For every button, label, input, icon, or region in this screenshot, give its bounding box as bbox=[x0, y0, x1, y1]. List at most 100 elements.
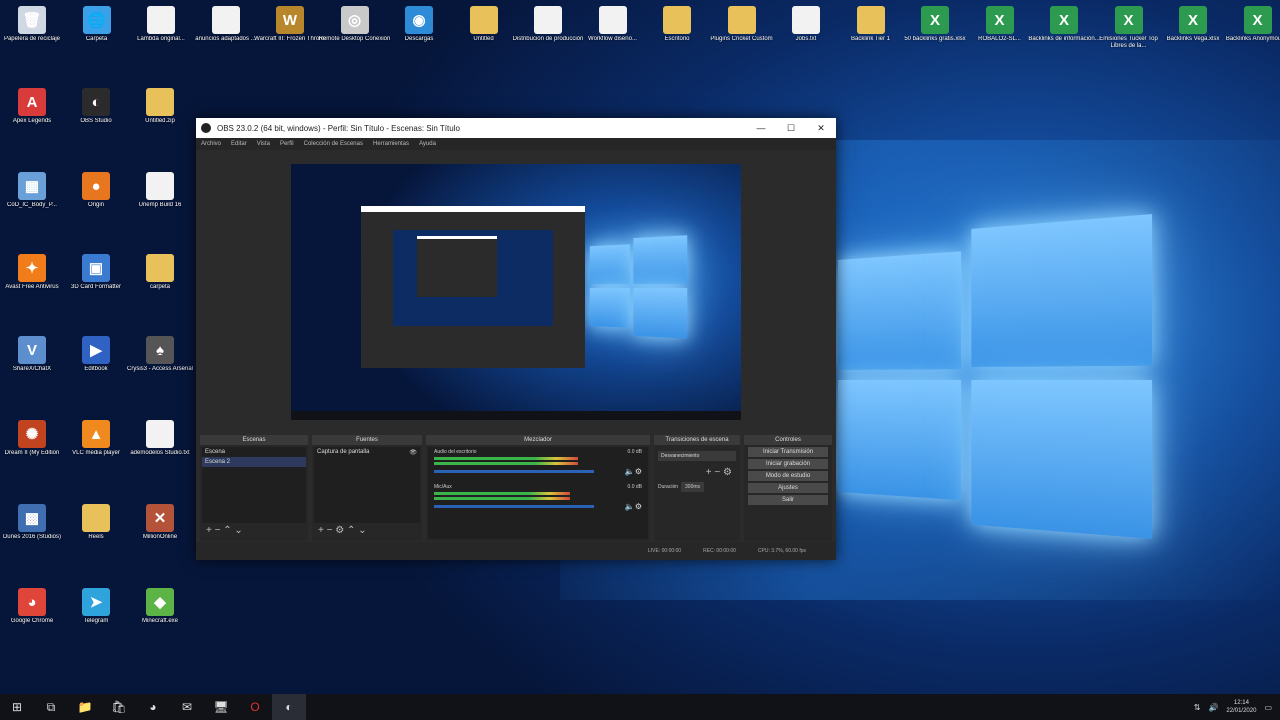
transition-add-remove[interactable]: + − ⚙ bbox=[654, 467, 740, 478]
mail-icon[interactable]: ✉ bbox=[170, 694, 204, 720]
desktop-icon[interactable]: ♠ Crysis3 - Access Arsenal bbox=[124, 336, 196, 380]
control-button[interactable]: Modo de estudio bbox=[748, 471, 828, 481]
desktop-icon[interactable]: ✕ MillionOnline bbox=[124, 504, 196, 548]
desktop-icon[interactable]: ◆ Minecraft.exe bbox=[124, 588, 196, 632]
scene-item[interactable]: Escena 2 bbox=[202, 457, 306, 467]
desktop-icon[interactable]: V ShareX/ChatX bbox=[0, 336, 68, 380]
desktop-icon[interactable]: ▶ Editbook bbox=[60, 336, 132, 380]
menu-item[interactable]: Archivo bbox=[196, 141, 226, 147]
duration-input[interactable]: 300ms bbox=[681, 482, 705, 492]
desktop-icon[interactable]: Untitled bbox=[448, 6, 520, 50]
desktop-icon[interactable]: Distribución de producción bbox=[512, 6, 584, 50]
desktop-icon-image: W bbox=[276, 6, 304, 34]
obs-title-bar[interactable]: OBS 23.0.2 (64 bit, windows) - Perfil: S… bbox=[196, 118, 836, 138]
file-explorer-icon[interactable]: 📁 bbox=[68, 694, 102, 720]
desktop-icon[interactable]: Backlink Tier 1 bbox=[835, 6, 907, 50]
desktop-icon[interactable]: ✦ Avast Free Antivirus bbox=[0, 254, 68, 298]
speaker-icon[interactable]: 🔈⚙ bbox=[625, 502, 642, 511]
sources-toolbar[interactable]: + − ⚙ ⌃ ⌄ bbox=[312, 525, 422, 536]
eye-icon[interactable]: 👁 bbox=[409, 449, 417, 456]
obs-window[interactable]: OBS 23.0.2 (64 bit, windows) - Perfil: S… bbox=[196, 118, 836, 560]
desktop-icon-image bbox=[146, 172, 174, 200]
control-button[interactable]: Iniciar grabación bbox=[748, 459, 828, 469]
obs-preview[interactable] bbox=[291, 164, 741, 420]
menu-item[interactable]: Perfil bbox=[275, 141, 299, 147]
desktop-icon[interactable]: Plugins Cricket Custom bbox=[706, 6, 778, 50]
network-icon[interactable]: ⇅ bbox=[1194, 703, 1201, 712]
menu-item[interactable]: Herramientas bbox=[368, 141, 414, 147]
obs-icon[interactable]: ◐ bbox=[272, 694, 306, 720]
scenes-toolbar[interactable]: + − ⌃ ⌄ bbox=[200, 525, 308, 536]
control-button[interactable]: Salir bbox=[748, 495, 828, 505]
volume-meter bbox=[434, 462, 578, 465]
desktop-icon-image: X bbox=[1179, 6, 1207, 34]
desktop-icon[interactable]: W Warcraft III: Frozen Throne bbox=[254, 6, 326, 50]
menu-item[interactable]: Vista bbox=[252, 141, 275, 147]
desktop-icon[interactable]: A Apex Legends bbox=[0, 88, 68, 132]
desktop-icon[interactable]: Lambda original... bbox=[125, 6, 197, 50]
desktop-icon[interactable]: X Emisiones Tucker Top Libres de la... bbox=[1093, 6, 1165, 50]
desktop-icon-image: ◕ bbox=[18, 588, 46, 616]
desktop-icon[interactable]: ▦ CoD_IC_Body_P... bbox=[0, 172, 68, 216]
desktop-icon[interactable]: X Backlinks Vega.xlsx bbox=[1157, 6, 1229, 50]
controls-dock: Controles Iniciar Transmisión Iniciar gra… bbox=[744, 435, 832, 541]
volume-slider[interactable] bbox=[434, 470, 594, 473]
desktop-icon[interactable]: Jobs.txt bbox=[770, 6, 842, 50]
desktop-icon[interactable]: ◉ Descargas bbox=[383, 6, 455, 50]
status-item: CPU: 3.7%, 60.00 fps bbox=[757, 548, 806, 554]
desktop-icon[interactable]: anuncios adaptados ... bbox=[190, 6, 262, 50]
desktop-icon[interactable]: carpeta bbox=[124, 254, 196, 298]
task-view-icon[interactable]: ⧉ bbox=[34, 694, 68, 720]
transition-select[interactable]: Desvanecimiento bbox=[658, 451, 736, 461]
desktop-icon-label: Dunes 2016 (Studios) bbox=[2, 534, 62, 540]
desktop-icon[interactable]: ✺ Dream II (My Edition bbox=[0, 420, 68, 464]
desktop-icon[interactable]: Workflow diseño... bbox=[577, 6, 649, 50]
desktop-icon-label: carpeta bbox=[149, 284, 170, 290]
desktop-icon[interactable]: X 50 backlinks gratis.xlsx bbox=[899, 6, 971, 50]
speaker-icon[interactable]: 🔈⚙ bbox=[625, 467, 642, 476]
desktop-icon[interactable]: ◕ Google Chrome bbox=[0, 588, 68, 632]
desktop-icon[interactable]: ademodelos Studio.txt bbox=[124, 420, 196, 464]
control-button[interactable]: Ajustes bbox=[748, 483, 828, 493]
desktop-icon[interactable]: ➤ Telegram bbox=[60, 588, 132, 632]
menu-item[interactable]: Colección de Escenas bbox=[299, 141, 368, 147]
chrome-icon[interactable]: ◕ bbox=[136, 694, 170, 720]
opera-icon[interactable]: O bbox=[238, 694, 272, 720]
desktop-icon[interactable]: X Backlinks Anonymous... bbox=[1222, 6, 1280, 50]
desktop-icon[interactable]: ◐ OBS Studio bbox=[60, 88, 132, 132]
desktop-icon[interactable]: ◎ Remote Desktop Conexión bbox=[319, 6, 391, 50]
source-item[interactable]: Captura de pantalla 👁 bbox=[314, 447, 420, 458]
maximize-icon[interactable]: ☐ bbox=[776, 123, 806, 134]
status-item: LIVE: 00:00:00 bbox=[648, 548, 682, 554]
menu-item[interactable]: Ayuda bbox=[414, 141, 441, 147]
desktop-icon-image: ✦ bbox=[18, 254, 46, 282]
minimize-icon[interactable]: — bbox=[746, 123, 776, 133]
desktop-icon-image bbox=[211, 6, 240, 34]
desktop-icon[interactable]: ● Origin bbox=[60, 172, 132, 216]
close-icon[interactable]: ✕ bbox=[806, 123, 836, 134]
notifications-icon[interactable]: ▭ bbox=[1264, 703, 1272, 712]
desktop-icon[interactable]: X Backlinks de información... bbox=[1028, 6, 1100, 50]
control-button[interactable]: Iniciar Transmisión bbox=[748, 447, 828, 457]
scene-item[interactable]: Escena bbox=[202, 447, 306, 457]
desktop-icon[interactable]: Escritorio bbox=[641, 6, 713, 50]
desktop-icon[interactable]: Untitled.zip bbox=[124, 88, 196, 132]
desktop-icon-image bbox=[727, 6, 756, 34]
menu-item[interactable]: Editar bbox=[226, 141, 252, 147]
desktop-icon[interactable]: 🌐 Carpeta bbox=[61, 6, 133, 50]
desktop-icon[interactable]: ▲ VLC media player bbox=[60, 420, 132, 464]
desktop-icon[interactable]: ▣ 3D Card Formatter bbox=[60, 254, 132, 298]
mixer-track: Mic/Aux 0.0 dB 🔈⚙ bbox=[428, 484, 648, 511]
volume-slider[interactable] bbox=[434, 505, 594, 508]
desktop-icon[interactable]: Unemp Build 16 bbox=[124, 172, 196, 216]
windows-logo-icon[interactable]: ⊞ bbox=[0, 694, 34, 720]
clock[interactable]: 12:14 22/01/2020 bbox=[1226, 699, 1256, 715]
desktop-icon[interactable]: Reels bbox=[60, 504, 132, 548]
volume-icon[interactable]: 🔊 bbox=[1208, 703, 1218, 712]
desktop-icon[interactable]: X ROBALO2-SL... bbox=[964, 6, 1036, 50]
remote-icon[interactable]: 🖥 bbox=[204, 694, 238, 720]
store-icon[interactable]: 🛍 bbox=[102, 694, 136, 720]
desktop-icon[interactable]: 🗑 Papelera de reciclaje bbox=[0, 6, 68, 50]
desktop-icon[interactable]: ▩ Dunes 2016 (Studios) bbox=[0, 504, 68, 548]
sources-dock-title: Fuentes bbox=[312, 435, 422, 445]
